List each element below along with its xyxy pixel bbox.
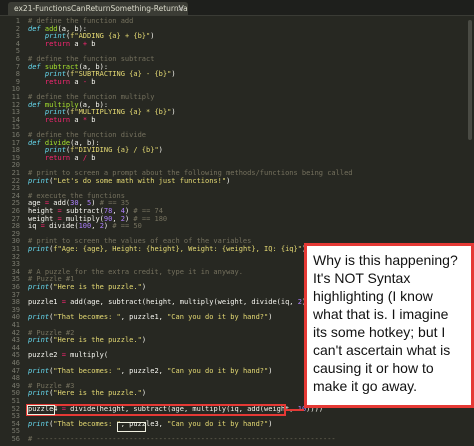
code-token: a (70, 39, 83, 48)
code-token: return (44, 77, 71, 86)
code-token: "Here is the puzzle." (53, 336, 142, 345)
code-line[interactable]: 14 return a * b (0, 115, 474, 125)
code-token: ) (171, 108, 176, 117)
code-text: print("Here is the puzzle.") (28, 390, 146, 398)
code-token: "Can you do it by hand?" (167, 419, 269, 428)
code-token: "That becomes: " (53, 366, 121, 375)
code-token: "That becomes: " (53, 313, 121, 322)
code-token: puzzle2 (28, 351, 62, 360)
code-token: ) (268, 419, 273, 428)
code-token: print (28, 313, 50, 322)
code-text: print("That becomes: ", puzzle1, "Can yo… (28, 314, 272, 322)
code-text: puzzle1 = add(age, subtract(height, mult… (28, 298, 319, 307)
question-callout: Why is this happening? It's NOT Syntax h… (304, 243, 474, 408)
file-tab[interactable]: ex21-FunctionsCanReturnSomething-ReturnV… (8, 2, 188, 16)
code-token: ) (150, 32, 155, 41)
code-token: print (28, 366, 50, 375)
code-text: print(f"Age: {age}, Height: {height}, We… (28, 245, 306, 254)
code-token: "Let's do some math with just functions!… (53, 176, 227, 185)
code-token: print (28, 283, 50, 291)
code-token: b (87, 77, 96, 86)
code-line[interactable]: 56 # ------------------------------------… (0, 435, 474, 444)
code-token: ) (268, 366, 273, 375)
code-token: a (70, 115, 83, 124)
code-line[interactable]: 9 return a - b (0, 77, 474, 87)
code-token: return (44, 115, 71, 124)
code-token: # == 50 (112, 222, 142, 231)
code-token: puzzle1 (28, 298, 62, 307)
code-token: ) (268, 313, 273, 322)
scrollbar[interactable] (468, 20, 472, 140)
code-token: , (91, 222, 100, 231)
code-token: b (87, 39, 96, 48)
code-token: 100 (78, 222, 92, 231)
code-text: print("That becomes: ", puzzle2, "Can yo… (28, 366, 273, 376)
code-token: "That becomes: " (53, 419, 121, 428)
code-token: ) (141, 389, 147, 398)
code-text: iq = divide(100, 2) # == 50 (28, 222, 142, 231)
code-token: b (87, 115, 96, 124)
code-token: ) (171, 70, 176, 79)
code-text: print("Here is the puzzle.") (28, 336, 147, 345)
code-token: a (70, 153, 83, 162)
tab-title: ex21-FunctionsCanReturnSomething-ReturnV… (14, 4, 188, 13)
code-token: divide( (44, 222, 79, 231)
word-highlight-puzzle3 (117, 422, 146, 432)
code-line[interactable]: 54 print("That becomes: ", puzzle3, "Can … (0, 419, 474, 429)
code-token: iq (28, 222, 41, 231)
code-token: multiply( (65, 351, 109, 360)
line-number: 56 (11, 435, 20, 443)
code-line[interactable]: 22 print("Let's do some math with just fu… (0, 176, 474, 186)
code-text: # --------------------------------------… (28, 435, 336, 444)
code-token: ) (226, 176, 231, 185)
code-text: return a + b (28, 39, 96, 49)
callout-text: Why is this happening? It's NOT Syntax h… (313, 252, 458, 394)
tab-bar: ex21-FunctionsCanReturnSomething-ReturnV… (0, 0, 474, 16)
code-line[interactable]: 4 return a + b (0, 39, 474, 49)
code-text: puzzle2 = multiply( (28, 352, 108, 360)
code-token: , puzzle2, (120, 366, 168, 375)
code-token: f"Age: {age}, Height: {height}, Weight: … (53, 245, 302, 253)
code-token: print (28, 245, 50, 253)
code-token: print (28, 389, 50, 398)
code-token: ) (141, 283, 147, 291)
code-token: add(age, subtract(height, multiply(weigh… (65, 298, 298, 307)
code-token: "Here is the puzzle." (53, 389, 142, 398)
annotation-connector (286, 409, 304, 411)
code-text: return a - b (28, 77, 96, 87)
code-text: print("Let's do some math with just func… (28, 176, 231, 186)
code-token: print (28, 176, 50, 185)
code-token: # --------------------------------------… (28, 435, 336, 443)
code-text: return a / b (28, 153, 96, 163)
code-token: "Here is the puzzle." (53, 283, 142, 291)
code-token: return (44, 153, 71, 162)
code-token: print (28, 336, 50, 345)
code-token: a (70, 77, 83, 86)
code-line[interactable]: 19 return a / b (0, 153, 474, 163)
code-token: ) (158, 146, 163, 155)
code-token: , puzzle1, (120, 313, 168, 322)
code-text: return a * b (28, 115, 96, 125)
code-token: "Can you do it by hand?" (167, 313, 269, 322)
word-highlight-puzzle4 (27, 405, 55, 415)
code-token: print (28, 419, 50, 428)
code-line[interactable]: 28 iq = divide(100, 2) # == 50 (0, 222, 474, 231)
code-token: return (44, 39, 71, 48)
code-text: print("That becomes: ", puzzle3, "Can yo… (28, 419, 273, 429)
code-token: b (87, 153, 96, 162)
annotation-box (26, 404, 286, 416)
code-text: print("Here is the puzzle.") (28, 283, 147, 292)
code-token: "Can you do it by hand?" (167, 366, 269, 375)
code-token: ) (141, 336, 147, 345)
close-icon[interactable]: × (177, 2, 184, 16)
